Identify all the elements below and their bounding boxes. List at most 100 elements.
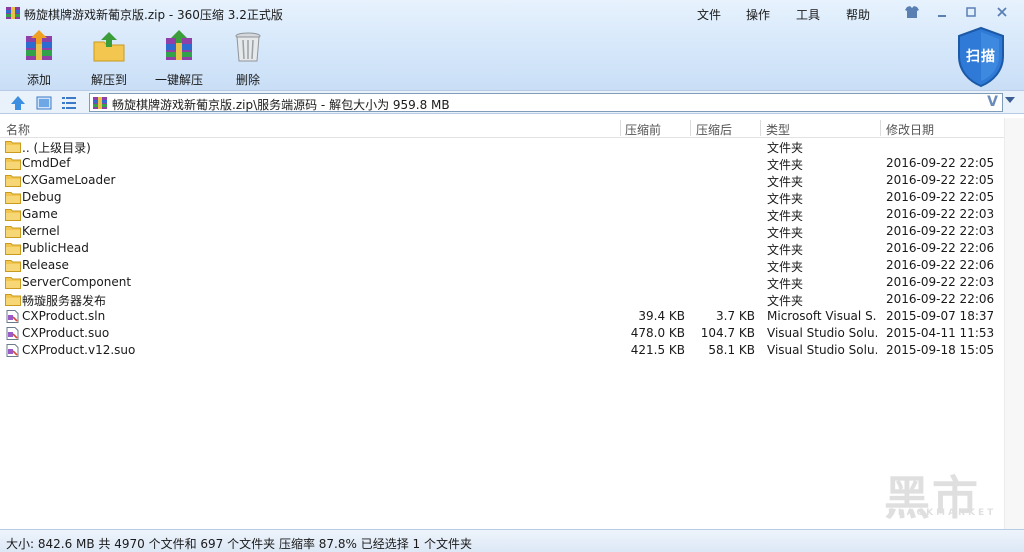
archive-app-icon [6, 7, 20, 19]
close-icon[interactable] [992, 3, 1012, 21]
file-modified-date: 2016-09-22 22:06 [886, 292, 995, 306]
extract-to-button[interactable]: 解压到 [79, 30, 139, 87]
file-type: 文件夹 [767, 243, 804, 257]
table-row[interactable]: CXProduct.v12.suo 421.5 KB 58.1 KB Visual S… [0, 342, 1004, 359]
maximize-icon[interactable] [961, 3, 981, 21]
delete-button[interactable]: 删除 [218, 30, 278, 87]
file-modified-date: 2015-04-11 11:53 [886, 326, 995, 340]
folder-icon [5, 191, 21, 204]
file-type: 文件夹 [767, 277, 804, 291]
address-bar[interactable]: 畅旋棋牌游戏新葡京版.zip\服务端源码 - 解包大小为 959.8 MB V [89, 93, 1003, 112]
table-row[interactable]: Debug 文件夹 2016-09-22 22:05 [0, 189, 1004, 206]
table-row[interactable]: CXProduct.sln 39.4 KB 3.7 KB Microsoft Visu… [0, 308, 1004, 325]
column-modified[interactable]: 修改日期 [886, 121, 934, 138]
delete-label: 删除 [235, 73, 260, 87]
trash-icon [235, 32, 261, 62]
file-name: CXProduct.sln [22, 309, 106, 323]
file-type: Visual Studio Solu... [767, 343, 877, 357]
file-type: 文件夹 [767, 158, 804, 172]
file-name: Kernel [22, 224, 60, 238]
file-type: 文件夹 [767, 260, 804, 274]
table-row[interactable]: CXGameLoader 文件夹 2016-09-22 22:05 [0, 172, 1004, 189]
window-title: 畅旋棋牌游戏新葡京版.zip - 360压缩 3.2正式版 [24, 8, 283, 22]
file-packed-size: 39.4 KB [638, 309, 685, 323]
address-path: 畅旋棋牌游戏新葡京版.zip\服务端源码 - 解包大小为 959.8 MB [112, 98, 450, 112]
watermark-subtext: BLACKMARKET [888, 508, 997, 518]
up-arrow-icon[interactable] [10, 95, 26, 111]
file-name: Debug [22, 190, 62, 204]
file-name: 畅璇服务器发布 [22, 294, 107, 308]
archive-icon [93, 97, 107, 109]
file-icon [5, 344, 21, 357]
file-name: CmdDef [22, 156, 71, 170]
large-icon-view-icon[interactable] [36, 95, 52, 111]
column-divider[interactable] [690, 120, 691, 136]
archive-extract-icon [166, 30, 192, 60]
menu-file[interactable]: 文件 [697, 6, 721, 23]
file-type: Visual Studio Solu... [767, 326, 877, 340]
table-row[interactable]: .. (上级目录) 文件夹 [0, 138, 1004, 155]
folder-icon [5, 208, 21, 221]
file-modified-date: 2015-09-07 18:37 [886, 309, 995, 323]
file-packed-size: 478.0 KB [630, 326, 685, 340]
file-type: Microsoft Visual S... [767, 309, 877, 323]
extract-to-label: 解压到 [90, 73, 127, 87]
minimize-icon[interactable] [932, 3, 952, 21]
file-type: 文件夹 [767, 141, 804, 155]
file-modified-date: 2016-09-22 22:05 [886, 156, 995, 170]
file-icon [5, 327, 21, 340]
file-type: 文件夹 [767, 192, 804, 206]
file-packed-size: 421.5 KB [630, 343, 685, 357]
file-icon [5, 310, 21, 323]
file-type: 文件夹 [767, 209, 804, 223]
table-row[interactable]: PublicHead 文件夹 2016-09-22 22:06 [0, 240, 1004, 257]
table-row[interactable]: Game 文件夹 2016-09-22 22:03 [0, 206, 1004, 223]
file-name: CXGameLoader [22, 173, 116, 187]
menu-tools[interactable]: 工具 [796, 6, 820, 23]
file-name: CXProduct.v12.suo [22, 343, 136, 357]
column-divider[interactable] [620, 120, 621, 136]
status-text: 大小: 842.6 MB 共 4970 个文件和 697 个文件夹 压缩率 87… [6, 537, 472, 551]
file-modified-date: 2016-09-22 22:06 [886, 258, 995, 272]
table-row[interactable]: Kernel 文件夹 2016-09-22 22:03 [0, 223, 1004, 240]
column-divider[interactable] [880, 120, 881, 136]
column-packed[interactable]: 压缩前 [625, 121, 661, 138]
add-button[interactable]: 添加 [9, 30, 69, 87]
file-unpacked-size: 3.7 KB [716, 309, 755, 323]
file-modified-date: 2015-09-18 15:05 [886, 343, 995, 357]
column-type[interactable]: 类型 [766, 121, 790, 138]
skin-icon[interactable] [902, 3, 922, 21]
file-name: PublicHead [22, 241, 89, 255]
table-row[interactable]: ServerComponent 文件夹 2016-09-22 22:03 [0, 274, 1004, 291]
add-label: 添加 [26, 73, 51, 87]
file-modified-date: 2016-09-22 22:03 [886, 275, 995, 289]
file-unpacked-size: 104.7 KB [700, 326, 755, 340]
menu-help[interactable]: 帮助 [846, 6, 870, 23]
watermark-logo: 黑市 BLACKMARKET [884, 462, 1014, 525]
top-area: 畅旋棋牌游戏新葡京版.zip - 360压缩 3.2正式版 文件 操作 工具 帮… [0, 0, 1024, 90]
folder-icon [5, 157, 21, 170]
one-click-extract-button[interactable]: 一键解压 [149, 30, 209, 87]
file-modified-date: 2016-09-22 22:06 [886, 241, 995, 255]
column-divider[interactable] [760, 120, 761, 136]
folder-icon [5, 140, 21, 153]
history-icon[interactable]: V [987, 94, 998, 110]
folder-icon [5, 276, 21, 289]
file-name: CXProduct.suo [22, 326, 110, 340]
table-row[interactable]: 畅璇服务器发布 文件夹 2016-09-22 22:06 [0, 291, 1004, 308]
file-name: Game [22, 207, 58, 221]
table-row[interactable]: CXProduct.suo 478.0 KB 104.7 KB Visual Stud… [0, 325, 1004, 342]
archive-add-icon [26, 30, 52, 60]
table-row[interactable]: Release 文件夹 2016-09-22 22:06 [0, 257, 1004, 274]
file-type: 文件夹 [767, 175, 804, 189]
folder-icon [5, 293, 21, 306]
file-modified-date: 2016-09-22 22:03 [886, 207, 995, 221]
column-unpacked[interactable]: 压缩后 [696, 121, 732, 138]
table-row[interactable]: CmdDef 文件夹 2016-09-22 22:05 [0, 155, 1004, 172]
menu-operation[interactable]: 操作 [746, 6, 770, 23]
file-modified-date: 2016-09-22 22:05 [886, 190, 995, 204]
list-view-icon[interactable] [61, 95, 77, 111]
scan-button[interactable]: 扫描 [951, 26, 1011, 90]
column-name[interactable]: 名称 [6, 121, 30, 138]
address-dropdown-icon[interactable] [1005, 97, 1015, 103]
